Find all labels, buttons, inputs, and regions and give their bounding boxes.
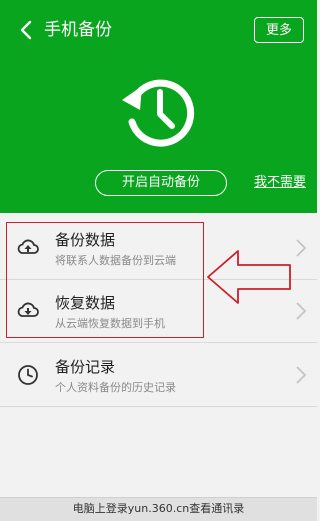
back-button[interactable] [16,18,38,42]
annotation-arrow-icon [207,250,291,304]
more-button[interactable]: 更多 [254,17,304,43]
clock-icon [18,365,38,385]
page-title: 手机备份 [44,20,112,40]
chevron-right-icon [296,302,307,320]
item-title: 备份记录 [55,358,116,376]
highlight-box [6,222,204,338]
list-item-backup-records[interactable]: 备份记录 个人资料备份的历史记录 [0,345,317,407]
backup-clock-icon [122,79,195,147]
header: 手机备份 更多 开启自动备份 我不需要 [0,0,317,213]
item-subtitle: 个人资料备份的历史记录 [55,381,176,394]
back-arrow-icon [20,20,32,40]
chevron-right-icon [296,366,307,384]
no-need-link[interactable]: 我不需要 [254,174,306,192]
footer-hint: 电脑上登录yun.360.cn查看通讯录 [0,497,317,521]
top-bar: 手机备份 更多 [0,0,317,60]
enable-auto-backup-button[interactable]: 开启自动备份 [95,170,227,196]
chevron-right-icon [296,239,307,257]
